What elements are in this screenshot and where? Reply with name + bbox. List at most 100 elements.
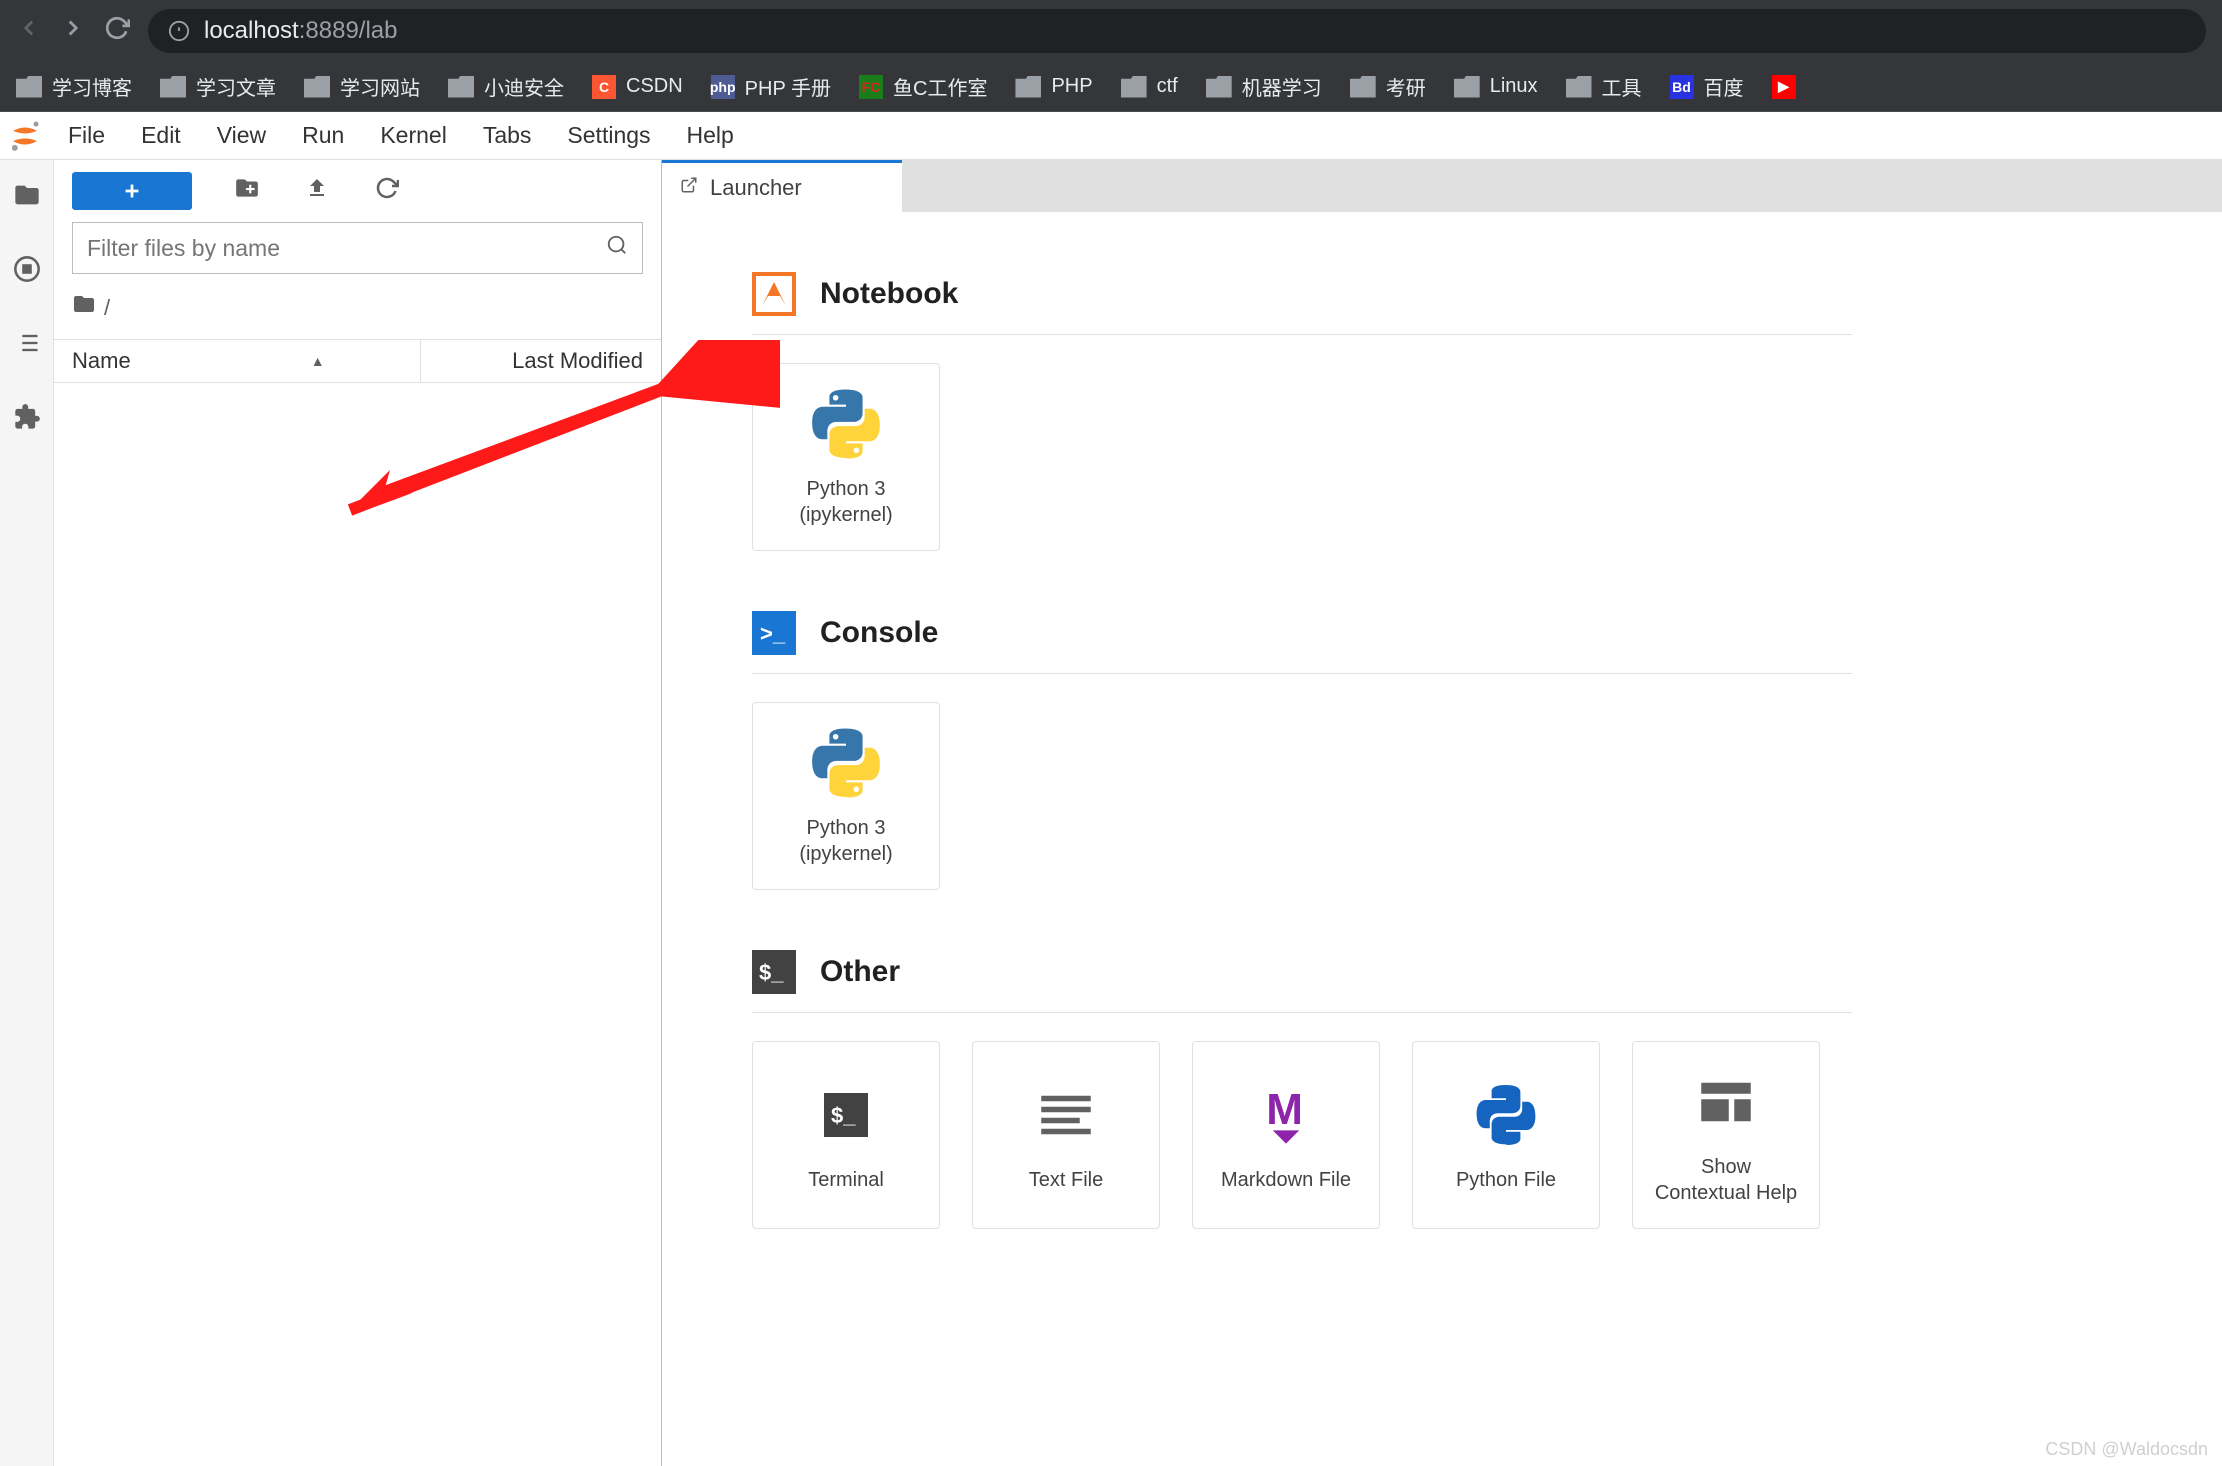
bookmarks-bar: 学习博客学习文章学习网站小迪安全 CCSDN phpPHP 手册 FC鱼C工作室 PHP… (0, 62, 2222, 112)
jupyter-app: FileEditViewRunKernelTabsSettingsHelp (0, 112, 2222, 1466)
menu-item-help[interactable]: Help (669, 112, 752, 160)
extensions-icon[interactable] (12, 402, 42, 432)
section-title: Console (820, 616, 938, 650)
bookmark-item[interactable]: ctf (1121, 75, 1178, 98)
bookmark-item[interactable]: 学习网站 (304, 72, 420, 101)
watermark: CSDN @Waldocsdn (2045, 1439, 2208, 1460)
youtube-icon: ▶ (1772, 75, 1796, 99)
url-path: :8889/lab (299, 17, 398, 44)
svg-text:>_: >_ (760, 621, 786, 646)
launcher-card[interactable]: Python 3(ipykernel) (752, 363, 940, 551)
new-launcher-button[interactable] (72, 172, 192, 210)
folder-icon (1566, 76, 1592, 98)
card-label: Terminal (808, 1167, 884, 1193)
folder-icon (1350, 76, 1376, 98)
favicon-icon: C (592, 75, 616, 99)
launcher-section: >_ Console Python 3(ipykernel) (752, 611, 2222, 890)
folder-icon (1121, 76, 1147, 98)
launcher-card[interactable]: ShowContextual Help (1632, 1041, 1820, 1229)
menu-item-settings[interactable]: Settings (549, 112, 668, 160)
menu-item-file[interactable]: File (50, 112, 123, 160)
favicon-icon: php (711, 75, 735, 99)
section-title: Other (820, 955, 900, 989)
folder-icon[interactable] (12, 180, 42, 210)
folder-icon (72, 292, 96, 323)
bookmark-item[interactable]: ▶ (1772, 75, 1796, 99)
card-label: Python File (1456, 1167, 1556, 1193)
bookmark-item[interactable]: 学习博客 (16, 72, 132, 101)
reload-button[interactable] (104, 15, 130, 48)
folder-icon (304, 76, 330, 98)
bookmark-item[interactable]: FC鱼C工作室 (859, 72, 987, 101)
launcher-card[interactable]: Text File (972, 1041, 1160, 1229)
bookmark-item[interactable]: CCSDN (592, 75, 683, 99)
address-bar[interactable]: localhost:8889/lab (148, 9, 2206, 53)
console-icon: >_ (752, 611, 796, 655)
bookmark-item[interactable]: 小迪安全 (448, 72, 564, 101)
folder-icon (16, 76, 42, 98)
menu-item-run[interactable]: Run (284, 112, 362, 160)
menu-item-tabs[interactable]: Tabs (465, 112, 550, 160)
svg-text:$_: $_ (831, 1103, 856, 1128)
sort-ascending-icon: ▲ (311, 353, 325, 369)
launcher-card[interactable]: $_ Terminal (752, 1041, 940, 1229)
card-label: Markdown File (1221, 1167, 1351, 1193)
menu-item-edit[interactable]: Edit (123, 112, 199, 160)
bookmark-item[interactable]: Linux (1454, 75, 1538, 98)
launcher-content: Notebook Python 3(ipykernel) >_ Console Pyth… (662, 212, 2222, 1466)
upload-icon[interactable] (302, 176, 332, 207)
bookmark-item[interactable]: Bd百度 (1670, 72, 1744, 101)
terminal-icon: $_ (808, 1077, 884, 1153)
browser-nav-bar: localhost:8889/lab (0, 0, 2222, 62)
bookmark-item[interactable]: 学习文章 (160, 72, 276, 101)
main-area: Launcher Notebook Python 3(ipykernel) >_ Co… (662, 160, 2222, 1466)
folder-icon (1206, 76, 1232, 98)
launcher-section: $_ Other $_ Terminal Text File M Markdown File… (752, 950, 2222, 1229)
menubar: FileEditViewRunKernelTabsSettingsHelp (0, 112, 2222, 160)
refresh-icon[interactable] (372, 176, 402, 207)
forward-button[interactable] (60, 15, 86, 48)
section-title: Notebook (820, 277, 958, 311)
breadcrumb-root[interactable]: / (104, 295, 110, 321)
python-icon (808, 386, 884, 462)
browser-chrome: localhost:8889/lab 学习博客学习文章学习网站小迪安全 CCSDN… (0, 0, 2222, 112)
menu-item-kernel[interactable]: Kernel (362, 112, 464, 160)
bookmark-item[interactable]: 工具 (1566, 72, 1642, 101)
bookmark-item[interactable]: PHP (1015, 75, 1092, 98)
bookmark-item[interactable]: phpPHP 手册 (711, 72, 831, 101)
toc-icon[interactable] (12, 328, 42, 358)
header-name-col[interactable]: Name ▲ (54, 340, 421, 382)
card-label: Python 3(ipykernel) (799, 476, 892, 528)
file-list-header: Name ▲ Last Modified (54, 339, 661, 383)
header-modified-col[interactable]: Last Modified (421, 340, 661, 382)
file-browser-toolbar (54, 160, 661, 222)
favicon-icon: FC (859, 75, 883, 99)
url-host: localhost (204, 17, 299, 44)
new-folder-icon[interactable] (232, 175, 262, 208)
bookmark-item[interactable]: 考研 (1350, 72, 1426, 101)
folder-icon (448, 76, 474, 98)
breadcrumb[interactable]: / (54, 284, 661, 339)
activity-bar (0, 160, 54, 1466)
search-icon (606, 234, 628, 263)
launcher-card[interactable]: Python File (1412, 1041, 1600, 1229)
launcher-section: Notebook Python 3(ipykernel) (752, 272, 2222, 551)
launch-icon (680, 176, 698, 200)
textfile-icon (1028, 1077, 1104, 1153)
pythonfile-icon (1468, 1077, 1544, 1153)
launcher-card[interactable]: Python 3(ipykernel) (752, 702, 940, 890)
back-button[interactable] (16, 15, 42, 48)
folder-icon (1015, 76, 1041, 98)
bookmark-item[interactable]: 机器学习 (1206, 72, 1322, 101)
card-label: ShowContextual Help (1655, 1154, 1797, 1206)
filter-input-box[interactable] (72, 222, 643, 274)
menu-item-view[interactable]: View (199, 112, 284, 160)
tab-bar: Launcher (662, 160, 2222, 212)
favicon-icon: Bd (1670, 75, 1694, 99)
filter-input[interactable] (87, 235, 606, 262)
running-kernels-icon[interactable] (12, 254, 42, 284)
markdown-icon: M (1248, 1077, 1324, 1153)
terminal-icon: $_ (752, 950, 796, 994)
tab-launcher[interactable]: Launcher (662, 160, 902, 212)
launcher-card[interactable]: M Markdown File (1192, 1041, 1380, 1229)
